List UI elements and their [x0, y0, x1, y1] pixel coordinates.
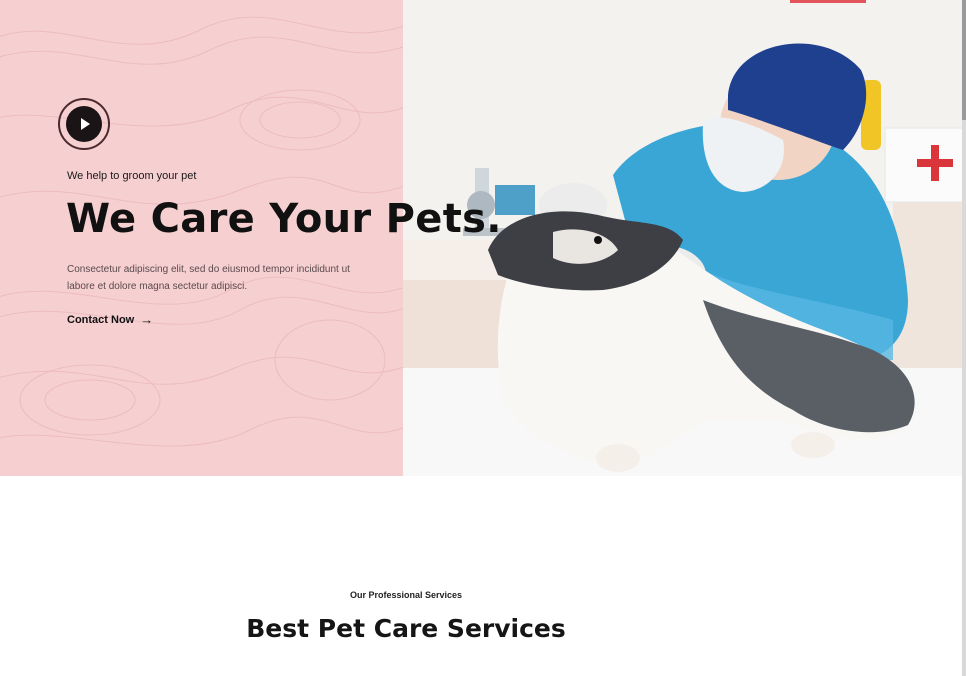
contact-now-link[interactable]: Contact Now →	[67, 312, 153, 327]
services-title: Best Pet Care Services	[246, 614, 566, 643]
play-button-inner	[66, 106, 102, 142]
arrow-right-icon: →	[140, 312, 154, 327]
scrollbar-thumb[interactable]	[962, 0, 966, 120]
hero-description: Consectetur adipiscing elit, sed do eius…	[67, 264, 350, 292]
hero-eyebrow: We help to groom your pet	[67, 170, 197, 182]
services-eyebrow: Our Professional Services	[349, 590, 463, 600]
page-scrollbar[interactable]	[962, 0, 966, 676]
hero-section: We help to groom your pet Consectetur ad…	[0, 0, 966, 476]
nav-accent-bar	[790, 0, 866, 3]
hero-headline: We Care Your Pets.	[66, 196, 502, 242]
play-icon	[81, 118, 90, 130]
contact-now-label: Contact Now	[67, 313, 135, 326]
play-video-button[interactable]	[58, 98, 110, 150]
